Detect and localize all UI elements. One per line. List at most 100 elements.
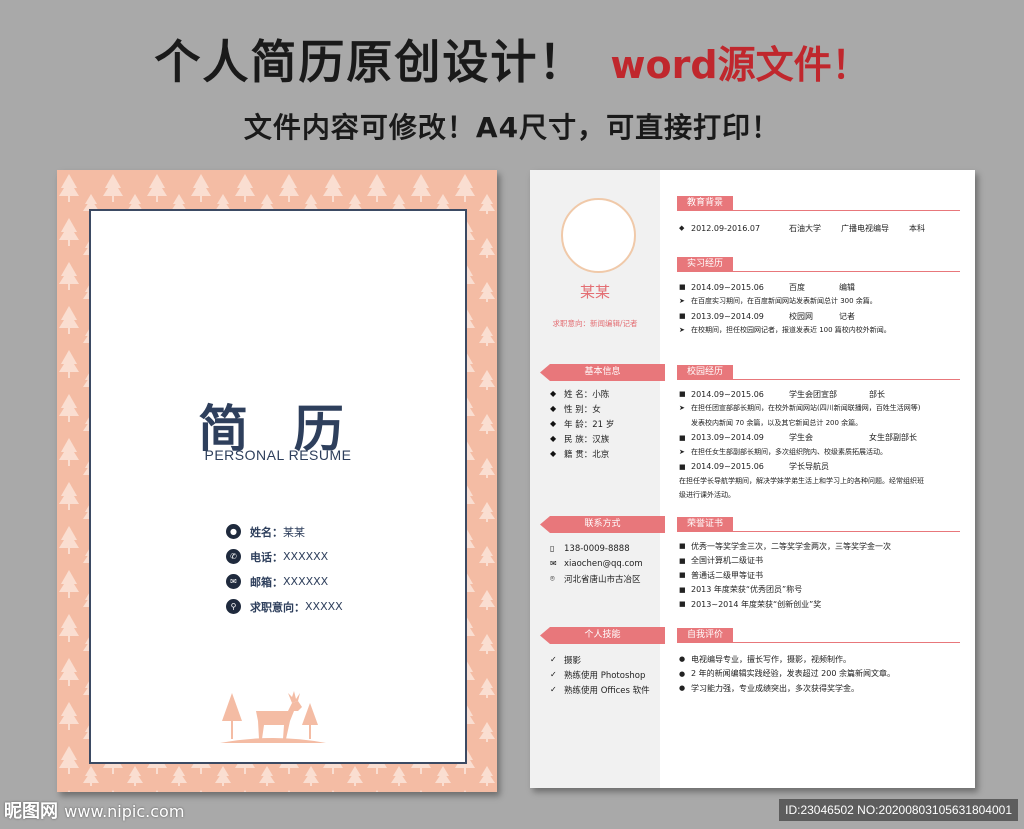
cover-card: 简 历 PERSONAL RESUME ● 姓名： 某某 ✆ 电话： XXXXX… — [89, 209, 467, 764]
square-bullet-icon: ■ — [679, 433, 686, 442]
search-icon: ⚲ — [226, 599, 241, 614]
square-bullet-icon: ■ — [679, 542, 686, 551]
arrow-bullet-icon: ➤ — [679, 326, 685, 334]
list-item: ◆ 2012.09-2016.07 石油大学 广播电视编导 本科 — [679, 223, 925, 233]
list-item: ✉ xiaochen@qq.com — [550, 558, 643, 569]
list-item: ■ 2013 年度荣获“优秀团员”称号 — [679, 585, 803, 595]
image-id-badge: ID:23046502 NO:20200803105631804001 — [779, 799, 1018, 821]
self-eval-body: ● 电视编导专业，擅长写作，摄影，视频制作。 ● 2 年的新闻编辑实践经验，发表超过… — [679, 652, 964, 696]
cover-info-phone: ✆ 电话： XXXXXX — [226, 544, 343, 569]
honors-body: ■ 优秀一等奖学金三次，二等奖学金两次，三等奖学金一次 ■ 全国计算机二级证书 ■ 普… — [679, 539, 964, 612]
list-item: 发表校内新闻 70 余篇，以及其它新闻总计 200 余篇。 — [691, 418, 863, 427]
circle-bullet-icon: ● — [679, 684, 686, 693]
arrow-bullet-icon: ➤ — [679, 404, 685, 412]
square-bullet-icon: ■ — [679, 571, 686, 580]
diamond-bullet-icon: ◆ — [679, 224, 685, 233]
headline: 个人简历原创设计！ word源文件！ — [0, 26, 1024, 106]
cover-info: ● 姓名： 某某 ✆ 电话： XXXXXX ✉ 邮箱： XXXXXX ⚲ 求职意… — [226, 519, 343, 619]
list-item: ➤ 在百度实习期间，在百度新闻网站发表新闻总计 300 余篇。 — [679, 295, 964, 310]
list-item: ⌾ 河北省唐山市古冶区 — [550, 573, 641, 585]
section-title: 教育背景 — [677, 196, 734, 211]
check-icon: ✓ — [550, 685, 557, 694]
diamond-bullet-icon: ◆ — [550, 419, 557, 428]
list-item: ■ 全国计算机二级证书 — [679, 556, 763, 566]
cover-page: 简 历 PERSONAL RESUME ● 姓名： 某某 ✆ 电话： XXXXX… — [57, 170, 497, 792]
diamond-bullet-icon: ◆ — [550, 404, 557, 413]
list-item: ➤ 在担任女生部副部长期间，多次组织院内、校级素质拓展活动。 — [679, 445, 964, 460]
headline-main: 个人简历原创设计！ — [154, 35, 587, 89]
list-item: ◆ 民 族： 汉族 — [550, 434, 610, 445]
diamond-bullet-icon: ◆ — [550, 449, 557, 458]
list-item: ■ 2014.09~2015.06 学长导航员 — [679, 462, 829, 472]
square-bullet-icon: ■ — [679, 312, 686, 321]
square-bullet-icon: ■ — [679, 600, 686, 609]
diamond-bullet-icon: ◆ — [550, 434, 557, 443]
diamond-bullet-icon: ◆ — [550, 389, 557, 398]
list-item: ■ 2014.09~2015.06 百度 编辑 — [679, 282, 855, 292]
honors-header: 荣誉证书 — [677, 517, 960, 532]
resume-intent: 求职意向：新闻编辑/记者 — [552, 319, 638, 328]
internship-body: ■ 2014.09~2015.06 百度 编辑 ➤ 在百度实习期间，在百度新闻网… — [679, 280, 964, 338]
list-item: ✓ 摄影 — [550, 655, 582, 666]
education-header: 教育背景 — [677, 196, 960, 211]
list-item: ▯ 138-0009-8888 — [550, 543, 630, 554]
list-item: ◆ 姓 名： 小陈 — [550, 389, 610, 400]
square-bullet-icon: ■ — [679, 390, 686, 399]
section-title: 实习经历 — [677, 257, 734, 272]
list-item: ◆ 年 龄： 21 岁 — [550, 419, 615, 430]
phone-icon: ✆ — [226, 549, 241, 564]
moose-tree-illustration — [220, 691, 326, 743]
cover-info-email: ✉ 邮箱： XXXXXX — [226, 569, 343, 594]
list-item: ✓ 熟练使用 Photoshop — [550, 670, 646, 681]
list-item: ■ 2013.09~2014.09 校园网 记者 — [679, 311, 855, 321]
avatar-placeholder — [561, 198, 636, 273]
circle-bullet-icon: ● — [679, 655, 686, 664]
square-bullet-icon: ■ — [679, 462, 686, 471]
mail-icon: ✉ — [550, 559, 557, 568]
check-icon: ✓ — [550, 655, 557, 664]
arrow-bullet-icon: ➤ — [679, 447, 685, 456]
cover-subtitle: PERSONAL RESUME — [204, 447, 352, 463]
list-item: ◆ 籍 贯： 北京 — [550, 449, 610, 460]
basic-info-label: 基本信息 — [540, 364, 665, 381]
section-title: 荣誉证书 — [677, 517, 734, 532]
list-item: 级进行课外活动。 — [679, 491, 735, 499]
list-item: ➤ 在担任团宣部部长期间，在校外新闻网站(四川新闻联播网，百姓生活网等) — [679, 402, 964, 417]
list-item: ➤ 在校期间，担任校园网记者，报道发表近 100 篇校内校外新闻。 — [679, 324, 964, 339]
education-body: ◆ 2012.09-2016.07 石油大学 广播电视编导 本科 — [679, 221, 964, 236]
contact-list: ▯ 138-0009-8888 ✉ xiaochen@qq.com ⌾ 河北省唐山市古… — [550, 541, 643, 586]
skills-list: ✓ 摄影 ✓ 熟练使用 Photoshop ✓ 熟练使用 Offices 软件 — [550, 652, 650, 697]
square-bullet-icon: ■ — [679, 585, 686, 594]
person-icon: ● — [226, 524, 241, 539]
list-item: ■ 优秀一等奖学金三次，二等奖学金两次，三等奖学金一次 — [679, 541, 891, 551]
resume-name: 某某 — [579, 283, 610, 301]
check-icon: ✓ — [550, 670, 557, 679]
contact-label: 联系方式 — [540, 516, 665, 533]
arrow-bullet-icon: ➤ — [679, 297, 685, 305]
cover-info-name: ● 姓名： 某某 — [226, 519, 343, 544]
square-bullet-icon: ■ — [679, 556, 686, 565]
list-item: ■ 2013~2014 年度荣获“创新创业”奖 — [679, 599, 822, 609]
list-item: ● 2 年的新闻编辑实践经验，发表超过 200 余篇新闻文章。 — [679, 669, 895, 679]
headline-accent: word源文件！ — [610, 43, 870, 87]
resume-page: 某某 求职意向：新闻编辑/记者 基本信息 ◆ 姓 名： 小陈 ◆ 性 别：女 ◆ 年 龄… — [530, 170, 975, 788]
mail-icon: ✉ — [226, 574, 241, 589]
square-bullet-icon: ■ — [679, 283, 686, 292]
list-item: ■ 普通话二级甲等证书 — [679, 570, 763, 580]
circle-bullet-icon: ● — [679, 669, 686, 678]
nipic-logo: 昵图网 www.nipic.com — [4, 797, 184, 823]
campus-header: 校园经历 — [677, 365, 960, 380]
section-title: 自我评价 — [677, 628, 734, 643]
campus-body: ■ 2014.09~2015.06 学生会团宣部 部长 ➤ 在担任团宣部部长期间… — [679, 387, 964, 503]
internship-header: 实习经历 — [677, 257, 960, 272]
basic-info-list: ◆ 姓 名： 小陈 ◆ 性 别：女 ◆ 年 龄： 21 岁 ◆ 民 族： 汉族 ◆ 籍 贯： 北京 — [550, 386, 614, 461]
self-eval-header: 自我评价 — [677, 628, 960, 643]
logo-url: www.nipic.com — [64, 802, 185, 821]
list-item: ■ 2013.09~2014.09 学生会 女生部副部长 — [679, 433, 917, 443]
list-item: 在担任学长导航学期间，解决学妹学弟生活上和学习上的各种问题。经常组织班 — [679, 476, 924, 485]
list-item: ◆ 性 别：女 — [550, 404, 601, 415]
list-item: ● 学习能力强，专业成绩突出，多次获得奖学金。 — [679, 683, 859, 693]
list-item: ■ 2014.09~2015.06 学生会团宣部 部长 — [679, 389, 885, 399]
location-icon: ⌾ — [550, 573, 555, 583]
cover-info-intent: ⚲ 求职意向： XXXXX — [226, 594, 343, 619]
